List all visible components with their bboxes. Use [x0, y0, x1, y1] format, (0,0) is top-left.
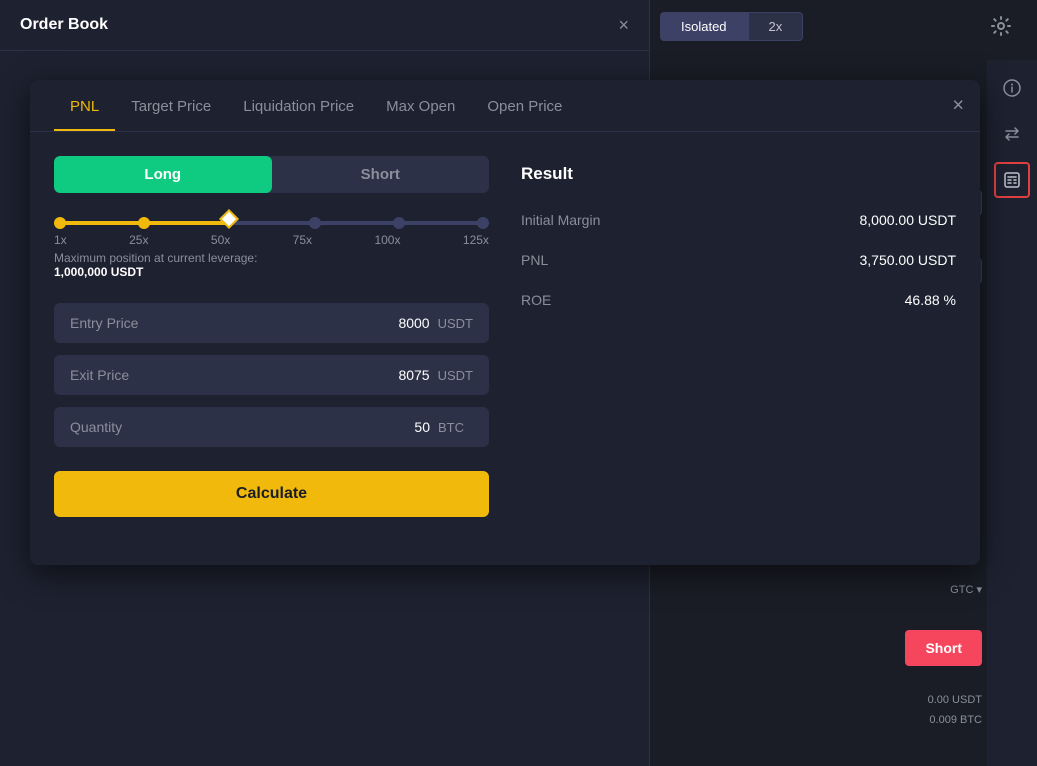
leverage-slider-container: 1x 25x 50x 75x 100x 125x Maximum positio… — [54, 221, 489, 279]
pnl-value: 3,750.00 USDT — [860, 252, 957, 268]
tab-max-open[interactable]: Max Open — [370, 80, 471, 131]
usdt-value: 0.00 USDT — [928, 694, 982, 706]
info-icon[interactable] — [994, 70, 1030, 106]
label-1x: 1x — [54, 233, 67, 247]
entry-price-label: Entry Price — [70, 315, 138, 331]
entry-price-value-area: USDT — [360, 315, 473, 331]
settings-icon[interactable] — [990, 15, 1012, 43]
btc-value: 0.009 BTC — [929, 714, 982, 726]
exit-price-unit: USDT — [438, 368, 473, 383]
quantity-label: Quantity — [70, 419, 122, 435]
quantity-input-group: Quantity BTC — [54, 407, 489, 447]
calculator-close-button[interactable]: × — [952, 94, 964, 117]
tab-liquidation-price[interactable]: Liquidation Price — [227, 80, 370, 131]
slider-dot-1x — [54, 217, 66, 229]
max-position-text: Maximum position at current leverage: — [54, 251, 489, 265]
short-toggle-button[interactable]: Short — [272, 156, 490, 193]
swap-icon[interactable] — [994, 116, 1030, 152]
entry-price-input[interactable] — [360, 315, 430, 331]
exit-price-value-area: USDT — [360, 367, 473, 383]
calculator-modal: PNL Target Price Liquidation Price Max O… — [30, 80, 980, 565]
result-initial-margin-row: Initial Margin 8,000.00 USDT — [521, 212, 956, 228]
label-50x: 50x — [211, 233, 230, 247]
gtc-row: GTC ▾ — [950, 583, 982, 596]
slider-track[interactable] — [54, 221, 489, 225]
label-75x: 75x — [293, 233, 312, 247]
label-25x: 25x — [129, 233, 148, 247]
exit-price-label: Exit Price — [70, 367, 129, 383]
label-125x: 125x — [463, 233, 489, 247]
mode-buttons-group: Isolated 2x — [660, 12, 803, 41]
order-book-header: Order Book × — [0, 0, 649, 51]
calculator-right: Result Initial Margin 8,000.00 USDT PNL … — [521, 156, 956, 517]
slider-dot-75x — [309, 217, 321, 229]
slider-dots — [54, 217, 489, 229]
calculate-button[interactable]: Calculate — [54, 471, 489, 517]
tab-pnl[interactable]: PNL — [54, 80, 115, 131]
entry-price-unit: USDT — [438, 316, 473, 331]
quantity-value-area: BTC — [360, 419, 473, 435]
result-roe-row: ROE 46.88 % — [521, 292, 956, 308]
slider-labels: 1x 25x 50x 75x 100x 125x — [54, 233, 489, 247]
roe-value: 46.88 % — [905, 292, 956, 308]
long-button[interactable]: Long — [54, 156, 272, 193]
isolated-button[interactable]: Isolated — [660, 12, 748, 41]
leverage-button[interactable]: 2x — [748, 12, 804, 41]
calculator-left: Long Short — [54, 156, 489, 517]
initial-margin-label: Initial Margin — [521, 212, 600, 228]
initial-margin-value: 8,000.00 USDT — [860, 212, 957, 228]
slider-dot-100x — [393, 217, 405, 229]
calculator-body: Long Short — [30, 132, 980, 541]
result-title: Result — [521, 164, 956, 184]
max-position-value: 1,000,000 USDT — [54, 265, 489, 279]
slider-dot-125x — [477, 217, 489, 229]
label-100x: 100x — [374, 233, 400, 247]
slider-diamond-50x — [222, 217, 236, 229]
slider-dot-25x — [138, 217, 150, 229]
calculator-tabs: PNL Target Price Liquidation Price Max O… — [30, 80, 980, 132]
roe-label: ROE — [521, 292, 551, 308]
short-button[interactable]: Short — [905, 630, 982, 666]
quantity-input[interactable] — [360, 419, 430, 435]
result-pnl-row: PNL 3,750.00 USDT — [521, 252, 956, 268]
quantity-unit: BTC — [438, 420, 473, 435]
exit-price-input[interactable] — [360, 367, 430, 383]
calculator-icon[interactable] — [994, 162, 1030, 198]
right-sidebar — [987, 60, 1037, 766]
order-book-title: Order Book — [20, 16, 108, 34]
long-short-toggle: Long Short — [54, 156, 489, 193]
tab-open-price[interactable]: Open Price — [471, 80, 578, 131]
pnl-label: PNL — [521, 252, 548, 268]
tab-target-price[interactable]: Target Price — [115, 80, 227, 131]
exit-price-input-group: Exit Price USDT — [54, 355, 489, 395]
entry-price-input-group: Entry Price USDT — [54, 303, 489, 343]
order-book-close-button[interactable]: × — [618, 16, 629, 34]
